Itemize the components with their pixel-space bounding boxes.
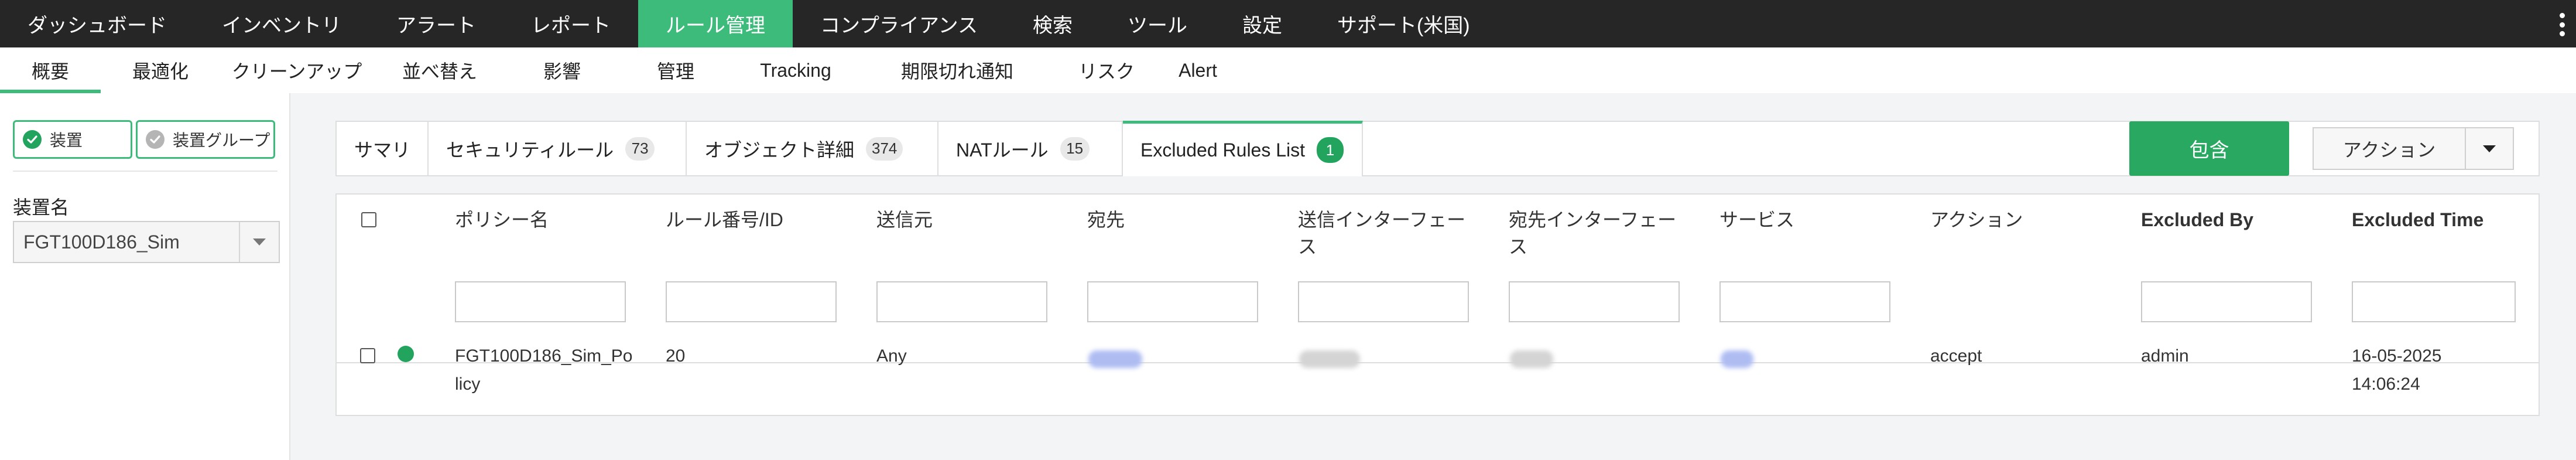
tab-label: サマリ — [354, 139, 411, 161]
subnav-cleanup[interactable]: クリーンアップ — [220, 47, 374, 93]
include-button[interactable]: 包含 — [2129, 121, 2289, 176]
device-toggle-label: 装置 — [50, 131, 83, 149]
filter-destination-interface-input[interactable] — [1509, 281, 1680, 322]
tab-security-rules[interactable]: セキュリティルール 73 — [429, 122, 687, 175]
subnav-reorder[interactable]: 並べ替え — [374, 47, 506, 93]
cell-source: Any — [876, 346, 907, 366]
cell-policy-name: FGT100D186_Sim_Po licy — [455, 346, 633, 394]
nav-support[interactable]: サポート(米国) — [1310, 0, 1498, 47]
device-name-value: FGT100D186_Sim — [23, 231, 180, 253]
filter-source-interface-input[interactable] — [1298, 281, 1469, 322]
tab-nat-rules[interactable]: NATルール 15 — [938, 122, 1123, 175]
tab-summary[interactable]: サマリ — [337, 122, 429, 175]
count-badge: 1 — [1317, 137, 1344, 163]
table-header: ポリシー名 ルール番号/ID 送信元 宛先 送信インターフェース 宛先インターフ… — [337, 195, 2539, 363]
subnav-manage[interactable]: 管理 — [618, 47, 733, 93]
count-badge: 374 — [866, 137, 903, 161]
sidebar-divider — [13, 171, 278, 172]
device-sidebar: 装置 装置グループ 装置名 FGT100D186_Sim — [0, 93, 290, 460]
subnav-impact[interactable]: 影響 — [506, 47, 618, 93]
subnav-alert[interactable]: Alert — [1157, 47, 1239, 93]
action-caret[interactable] — [2465, 128, 2513, 169]
action-dropdown-button[interactable]: アクション — [2313, 127, 2514, 170]
col-destination[interactable]: 宛先 — [1087, 206, 1125, 233]
tab-label: Excluded Rules List — [1140, 139, 1306, 161]
nav-search[interactable]: 検索 — [1005, 0, 1100, 47]
nav-reports[interactable]: レポート — [503, 0, 638, 47]
device-name-label: 装置名 — [13, 197, 70, 218]
col-source[interactable]: 送信元 — [876, 206, 933, 233]
check-circle-icon — [146, 130, 165, 149]
device-name-select[interactable]: FGT100D186_Sim — [13, 221, 280, 263]
cell-source-interface-redacted — [1299, 350, 1360, 368]
count-badge: 73 — [625, 137, 655, 161]
tab-excluded-rules-list[interactable]: Excluded Rules List 1 — [1123, 121, 1363, 176]
col-rule-id[interactable]: ルール番号/ID — [666, 206, 783, 233]
action-button-label: アクション — [2342, 139, 2436, 161]
count-badge: 15 — [1060, 137, 1090, 161]
tab-label: オブジェクト詳細 — [704, 139, 855, 161]
col-source-interface[interactable]: 送信インターフェース — [1298, 206, 1465, 260]
filter-excluded-time-input[interactable] — [2352, 281, 2516, 322]
cell-destination-redacted[interactable] — [1088, 350, 1142, 368]
filter-service-input[interactable] — [1719, 281, 1890, 322]
filter-policy-name-input[interactable] — [455, 281, 626, 322]
col-service[interactable]: サービス — [1719, 206, 1794, 233]
cell-excluded-time: 16-05-2025 14:06:24 — [2352, 346, 2442, 394]
caret-down-icon — [2483, 145, 2496, 152]
more-vert-icon[interactable] — [2558, 13, 2565, 36]
device-group-toggle-label: 装置グループ — [173, 131, 270, 149]
col-excluded-by[interactable]: Excluded By — [2141, 206, 2253, 233]
filter-destination-input[interactable] — [1087, 281, 1258, 322]
filter-rule-id-input[interactable] — [666, 281, 837, 322]
cell-action: accept — [1930, 346, 1982, 366]
col-action[interactable]: アクション — [1930, 206, 2023, 233]
cell-destination-interface-redacted — [1510, 350, 1553, 368]
col-destination-interface[interactable]: 宛先インターフェース — [1509, 206, 1676, 260]
tab-object-details[interactable]: オブジェクト詳細 374 — [687, 122, 938, 175]
cell-service-redacted[interactable] — [1721, 350, 1753, 368]
filter-source-input[interactable] — [876, 281, 1047, 322]
nav-dashboard[interactable]: ダッシュボード — [0, 0, 194, 47]
filter-excluded-by-input[interactable] — [2141, 281, 2312, 322]
subnav-overview[interactable]: 概要 — [0, 47, 101, 93]
dropdown-toggle[interactable] — [239, 222, 279, 262]
tab-label: NATルール — [956, 139, 1049, 161]
subnav-optimize[interactable]: 最適化 — [101, 47, 220, 93]
subnav-tracking[interactable]: Tracking — [733, 47, 858, 93]
excluded-rules-table: ポリシー名 ルール番号/ID 送信元 宛先 送信インターフェース 宛先インターフ… — [335, 193, 2540, 416]
nav-tools[interactable]: ツール — [1100, 0, 1215, 47]
sub-nav: 概要 最適化 クリーンアップ 並べ替え 影響 管理 Tracking 期限切れ通… — [0, 47, 2576, 93]
subnav-expiry-notify[interactable]: 期限切れ通知 — [858, 47, 1056, 93]
row-checkbox[interactable] — [360, 348, 375, 363]
col-policy-name[interactable]: ポリシー名 — [455, 206, 549, 233]
caret-down-icon — [253, 238, 266, 246]
nav-rule-management[interactable]: ルール管理 — [638, 0, 793, 47]
cell-excluded-by: admin — [2141, 346, 2189, 366]
nav-inventory[interactable]: インベントリ — [194, 0, 369, 47]
nav-settings[interactable]: 設定 — [1215, 0, 1310, 47]
subnav-risk[interactable]: リスク — [1056, 47, 1157, 93]
col-excluded-time[interactable]: Excluded Time — [2352, 206, 2483, 233]
top-nav: ダッシュボード インベントリ アラート レポート ルール管理 コンプライアンス … — [0, 0, 2576, 47]
device-toggle-button[interactable]: 装置 — [13, 120, 132, 159]
tab-label: セキュリティルール — [446, 139, 614, 161]
device-group-toggle-button[interactable]: 装置グループ — [136, 120, 275, 159]
nav-compliance[interactable]: コンプライアンス — [793, 0, 1005, 47]
check-circle-icon — [23, 130, 42, 149]
nav-alerts[interactable]: アラート — [369, 0, 503, 47]
select-all-checkbox[interactable] — [361, 212, 376, 227]
cell-rule-id: 20 — [666, 346, 686, 366]
status-dot-icon — [398, 346, 414, 362]
